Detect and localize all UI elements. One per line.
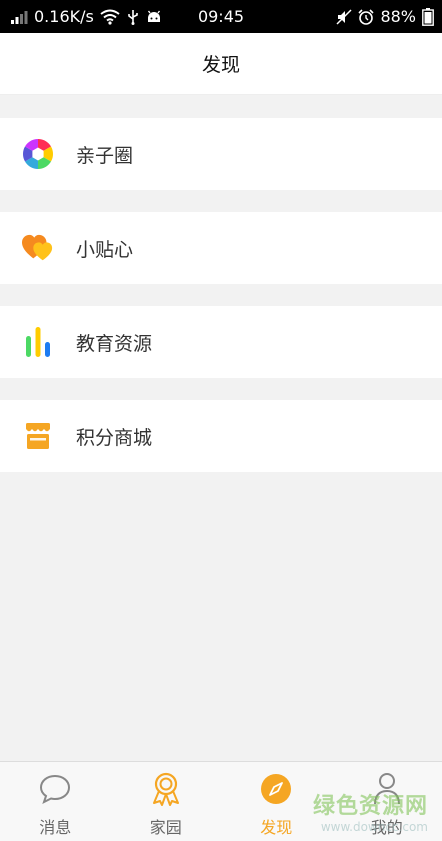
status-left: 0.16K/s [10, 7, 162, 26]
menu-label-education-resources: 教育资源 [76, 332, 153, 355]
battery-percent: 88% [380, 7, 416, 26]
menu-item-parent-child-circle[interactable]: 亲子圈 [0, 118, 442, 190]
network-speed: 0.16K/s [34, 7, 94, 26]
tab-home-school[interactable]: 家园 [111, 762, 222, 841]
battery-icon [422, 7, 434, 26]
alarm-icon [358, 8, 375, 25]
page-title: 发现 [201, 54, 240, 76]
menu-item-tips[interactable]: 小贴心 [0, 212, 442, 284]
hearts-icon [22, 232, 54, 264]
menu-label-points-mall: 积分商城 [76, 426, 153, 449]
watermark: 绿色资源网 www.downcc.com [313, 788, 428, 834]
status-right: 88% [336, 7, 434, 26]
tab-label-home-school: 家园 [149, 818, 182, 837]
usb-icon [128, 9, 138, 25]
mute-icon [336, 8, 352, 25]
clock: 09:45 [197, 7, 245, 26]
menu-item-education-resources[interactable]: 教育资源 [0, 306, 442, 378]
tab-messages[interactable]: 消息 [0, 762, 111, 841]
signal-icon [11, 10, 28, 24]
bar-chart-icon [22, 326, 54, 358]
menu-label-tips: 小贴心 [76, 238, 134, 261]
camera-aperture-icon [22, 138, 54, 170]
menu-item-points-mall[interactable]: 积分商城 [0, 400, 442, 472]
wifi-icon [100, 9, 120, 25]
android-icon [147, 10, 160, 22]
tab-label-messages: 消息 [39, 818, 72, 837]
compass-icon [259, 772, 293, 806]
shop-icon [22, 420, 54, 452]
medal-icon [149, 772, 183, 806]
page-header: 发现 [0, 33, 442, 95]
watermark-main: 绿色资源网 [312, 794, 428, 819]
status-bar: 0.16K/s 09:45 88% [0, 0, 442, 33]
menu-label-parent-child-circle: 亲子圈 [76, 144, 134, 167]
chat-bubble-icon [38, 772, 72, 806]
watermark-sub: www.downcc.com [320, 820, 428, 834]
tab-label-discover: 发现 [260, 818, 293, 837]
